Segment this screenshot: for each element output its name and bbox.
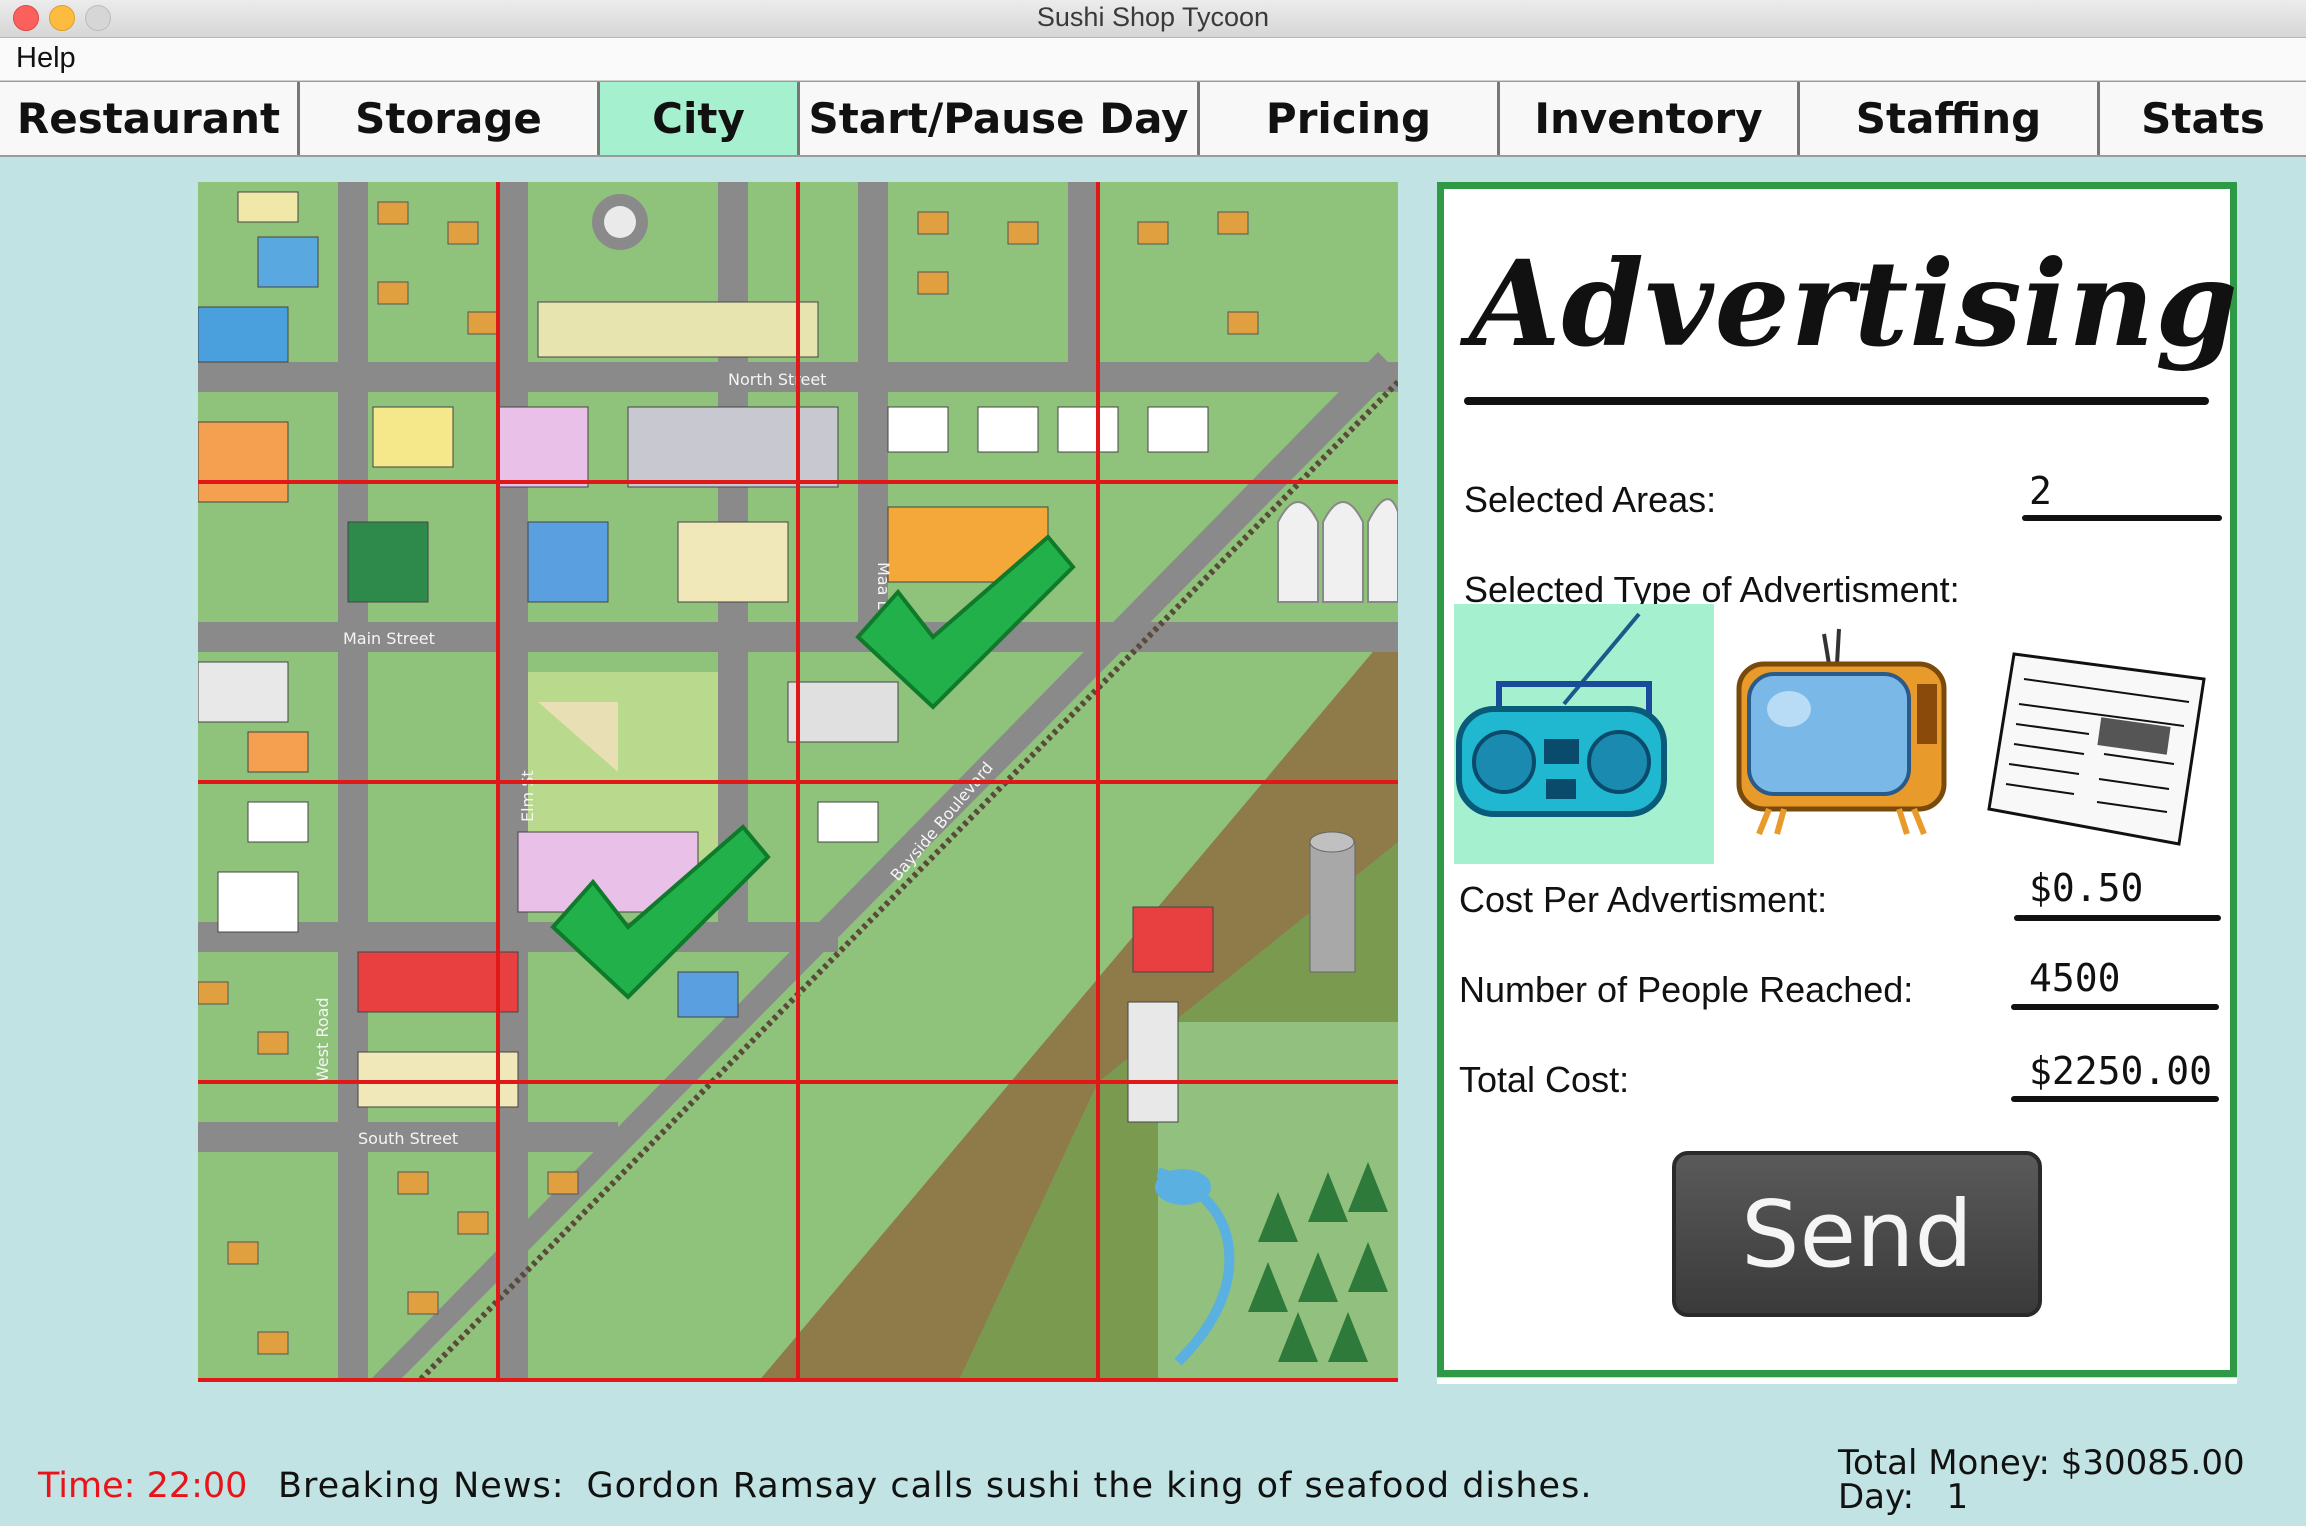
cost-per-ad-label: Cost Per Advertisment: [1459,879,1828,920]
tab-restaurant[interactable]: Restaurant [0,82,300,155]
title-bar: Sushi Shop Tycoon [0,0,2306,38]
tab-inventory[interactable]: Inventory [1500,82,1800,155]
people-underline [2011,1004,2219,1010]
game-time: Time: 22:00 [38,1466,248,1506]
total-underline [2011,1096,2219,1102]
tab-start-pause-day[interactable]: Start/Pause Day [800,82,1200,155]
tv-icon [1736,628,1947,836]
title-underline [1464,397,2209,405]
cost-underline [2014,915,2221,921]
menu-bar: Help [0,38,2306,81]
menu-help[interactable]: Help [16,42,76,75]
news-label: Breaking News: [278,1466,565,1506]
tab-bar: Restaurant Storage City Start/Pause Day … [0,81,2306,157]
total-cost-label: Total Cost: [1459,1059,1630,1100]
panel-bottom-edge [1437,1378,2237,1384]
city-map[interactable]: North Street Main Street South Street El… [198,182,1398,1382]
svg-text:South Street: South Street [358,1129,458,1148]
selected-areas-value: 2 [2029,469,2052,513]
tab-pricing[interactable]: Pricing [1200,82,1500,155]
tab-stats[interactable]: Stats [2100,82,2306,155]
ad-type-newspaper[interactable] [1979,604,2239,864]
ad-type-radio[interactable] [1454,604,1714,864]
money-day-display: Total Money: $30085.00 Day: 1 [1838,1446,2245,1514]
window-title: Sushi Shop Tycoon [1036,2,1270,32]
people-reached-label: Number of People Reached: [1459,969,1914,1010]
newspaper-icon [1987,652,2206,846]
ad-type-tv[interactable] [1729,604,1989,864]
send-button[interactable]: Send [1672,1151,2042,1317]
city-map-image: North Street Main Street South Street El… [198,182,1398,1382]
total-money: Total Money: $30085.00 [1838,1443,2245,1483]
advertising-panel: Advertising Selected Areas: 2 Selected T… [1437,182,2239,1377]
total-cost-value: $2250.00 [2029,1049,2213,1093]
cost-per-ad-value: $0.50 [2029,866,2144,910]
selected-areas-underline [2022,515,2222,521]
svg-text:Elm St: Elm St [518,770,537,822]
svg-text:Main Street: Main Street [343,629,435,648]
advertising-title: Advertising [1469,234,2239,373]
svg-text:North Street: North Street [728,370,826,389]
day-counter: Day: 1 [1838,1477,1969,1517]
radio-icon [1456,612,1667,817]
breaking-news: Breaking News: Gordon Ramsay calls sushi … [278,1466,1592,1506]
news-text: Gordon Ramsay calls sushi the king of se… [586,1466,1593,1506]
svg-text:West Road: West Road [313,997,332,1082]
tab-storage[interactable]: Storage [300,82,600,155]
people-reached-value: 4500 [2029,956,2121,1000]
selected-areas-label: Selected Areas: [1464,479,1717,520]
tab-city[interactable]: City [600,82,800,155]
tab-staffing[interactable]: Staffing [1800,82,2100,155]
